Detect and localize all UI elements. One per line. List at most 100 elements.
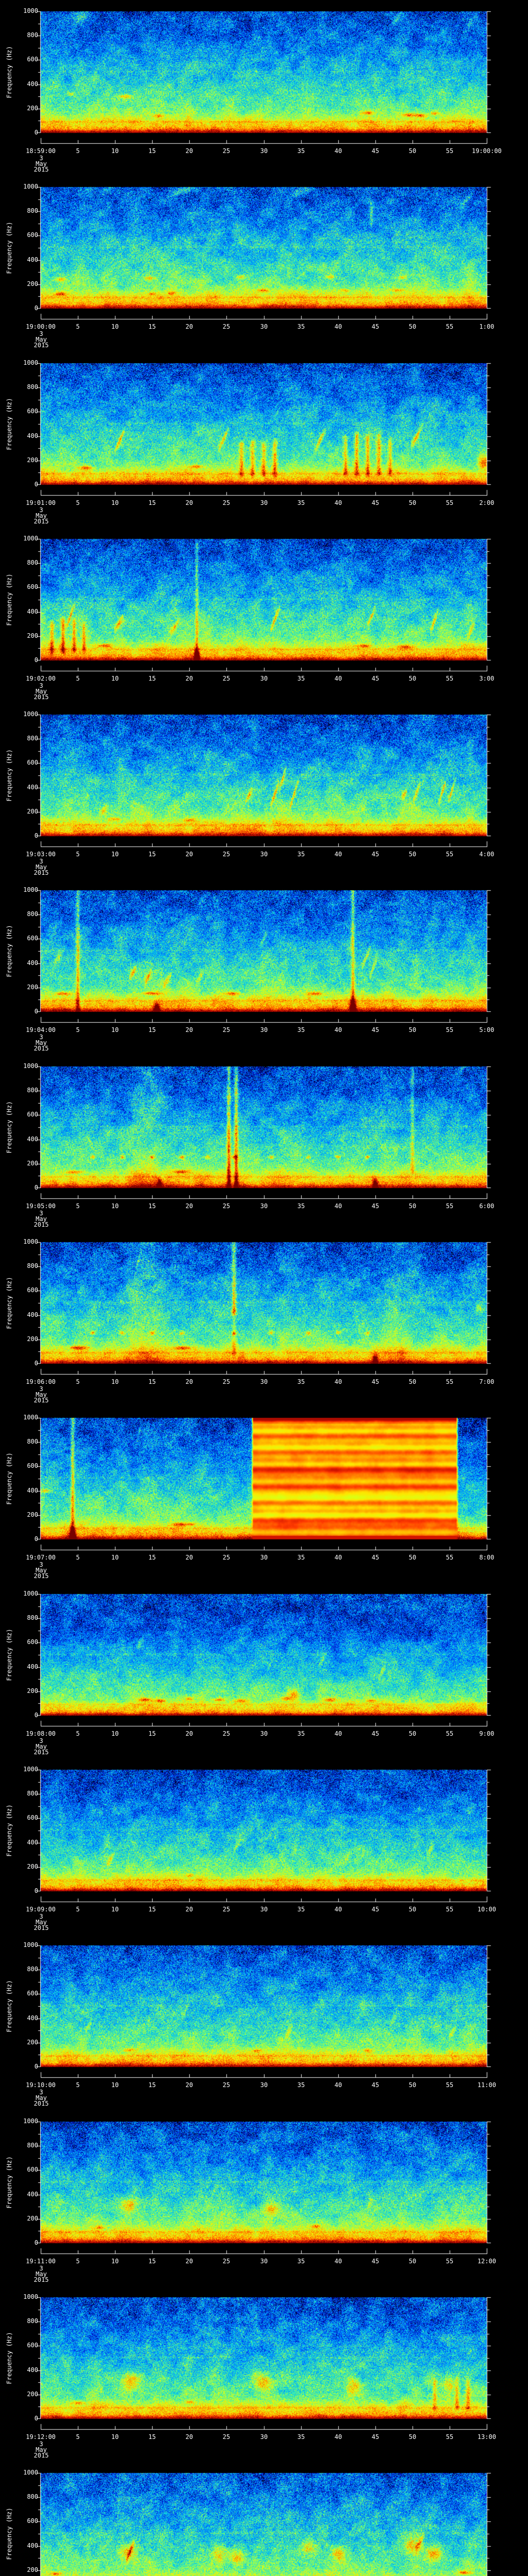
y-tick-label: 1000: [23, 886, 38, 893]
x-tick-label: 10: [111, 1202, 119, 1210]
x-tick-label: 30: [260, 2081, 268, 2089]
y-tick-label: 400: [27, 80, 38, 88]
panel-start-time-label: 19:01:00: [26, 499, 56, 506]
y-tick-label: 600: [27, 2166, 38, 2173]
x-tick-label: 35: [297, 2258, 305, 2265]
panel-end-time-label: 1:00: [479, 323, 494, 330]
y-axis-title: Frequency (Hz): [6, 2156, 13, 2209]
x-tick-label: 40: [334, 1202, 342, 1210]
panel-start-time-label: 19:06:00: [26, 1378, 56, 1385]
panel-end-time-label: 11:00: [477, 2081, 497, 2089]
x-tick-label: 45: [371, 1906, 380, 1913]
y-tick-label: 600: [27, 583, 38, 590]
date-line: 2015: [34, 1221, 49, 1228]
x-tick-label: 40: [334, 1730, 342, 1737]
y-tick-label: 0: [34, 1008, 38, 1015]
y-tick-label: 1000: [23, 1238, 38, 1245]
x-tick-label: 35: [297, 147, 305, 155]
x-tick-label: 15: [148, 1378, 156, 1385]
x-tick-label: 45: [371, 1730, 380, 1737]
y-tick-label: 1000: [23, 1941, 38, 1948]
y-axis-title: Frequency (Hz): [6, 1980, 13, 2032]
x-tick-label: 15: [148, 323, 156, 330]
y-tick-label: 200: [27, 105, 38, 112]
date-label: 3 May 2015: [18, 1913, 64, 1931]
x-tick-label: 50: [408, 1906, 417, 1913]
x-tick-label: 25: [222, 1026, 230, 1033]
date-line: 2015: [34, 1749, 49, 1756]
x-tick-label: 30: [260, 1026, 268, 1033]
y-tick-label: 1000: [23, 1590, 38, 1597]
date-label: 3 May 2015: [18, 507, 64, 524]
spectrogram-panel: Frequency (Hz)02004006008001000510152025…: [0, 1934, 528, 2110]
panel-end-time-label: 2:00: [479, 499, 494, 506]
y-tick-label: 200: [27, 1335, 38, 1343]
y-tick-label: 0: [34, 832, 38, 839]
y-tick-label: 600: [27, 759, 38, 766]
x-tick-label: 30: [260, 1202, 268, 1210]
x-tick-label: 35: [297, 1378, 305, 1385]
panel-start-time-label: 19:09:00: [26, 1906, 56, 1913]
panel-end-time-label: 7:00: [479, 1378, 494, 1385]
y-axis-title: Frequency (Hz): [6, 1629, 13, 1681]
x-tick-label: 45: [371, 1378, 380, 1385]
x-tick-label: 35: [297, 2433, 305, 2441]
panel-start-time-label: 19:02:00: [26, 675, 56, 682]
y-tick-label: 800: [27, 1262, 38, 1269]
x-tick-label: 45: [371, 1026, 380, 1033]
panel-end-time-label: 5:00: [479, 1026, 494, 1033]
x-tick-label: 45: [371, 1202, 380, 1210]
y-tick-label: 1000: [23, 2117, 38, 2125]
x-tick-label: 40: [334, 147, 342, 155]
x-tick-label: 50: [408, 2081, 417, 2089]
y-tick-label: 200: [27, 808, 38, 815]
x-tick-label: 35: [297, 1202, 305, 1210]
panel-start-time-label: 19:05:00: [26, 1202, 56, 1210]
x-tick-label: 25: [222, 1730, 230, 1737]
panel-start-time-label: 19:07:00: [26, 1554, 56, 1561]
y-tick-label: 0: [34, 656, 38, 664]
y-tick-label: 200: [27, 2391, 38, 2398]
x-tick-label: 20: [185, 323, 193, 330]
x-tick-label: 35: [297, 1026, 305, 1033]
y-tick-label: 1000: [23, 535, 38, 542]
x-tick-label: 25: [222, 499, 230, 506]
x-tick-label: 10: [111, 1554, 119, 1561]
date-line: 2015: [34, 2276, 49, 2283]
y-tick-label: 800: [27, 559, 38, 566]
date-label: 3 May 2015: [18, 1562, 64, 1579]
y-tick-label: 800: [27, 383, 38, 391]
y-tick-label: 800: [27, 1790, 38, 1797]
x-tick-label: 30: [260, 2258, 268, 2265]
x-tick-label: 20: [185, 851, 193, 858]
x-tick-label: 50: [408, 1026, 417, 1033]
y-tick-label: 600: [27, 1990, 38, 1997]
x-tick-label: 10: [111, 1730, 119, 1737]
panel-end-time-label: 12:00: [477, 2258, 497, 2265]
x-tick-label: 40: [334, 1378, 342, 1385]
x-tick-label: 40: [334, 1554, 342, 1561]
date-line: 2015: [34, 1397, 49, 1404]
panel-end-time-label: 10:00: [477, 1906, 497, 1913]
x-tick-label: 25: [222, 2081, 230, 2089]
x-tick-label: 10: [111, 1906, 119, 1913]
date-label: 3 May 2015: [18, 1738, 64, 1755]
x-tick-label: 20: [185, 1202, 193, 1210]
x-tick-label: 20: [185, 675, 193, 682]
y-tick-label: 0: [34, 2063, 38, 2070]
panel-end-time-label: 6:00: [479, 1202, 494, 1210]
date-label: 3 May 2015: [18, 858, 64, 876]
y-tick-label: 800: [27, 2142, 38, 2149]
y-tick-label: 1000: [23, 2469, 38, 2476]
x-tick-label: 50: [408, 1730, 417, 1737]
x-tick-label: 50: [408, 1378, 417, 1385]
spectrogram-panel: Frequency (Hz)02004006008001000510152025…: [0, 703, 528, 879]
y-tick-label: 600: [27, 2342, 38, 2349]
x-tick-label: 40: [334, 323, 342, 330]
x-tick-label: 15: [148, 1554, 156, 1561]
x-tick-label: 40: [334, 499, 342, 506]
x-tick-label: 20: [185, 147, 193, 155]
x-tick-label: 35: [297, 1730, 305, 1737]
y-tick-label: 800: [27, 1965, 38, 1973]
x-tick-label: 40: [334, 2081, 342, 2089]
